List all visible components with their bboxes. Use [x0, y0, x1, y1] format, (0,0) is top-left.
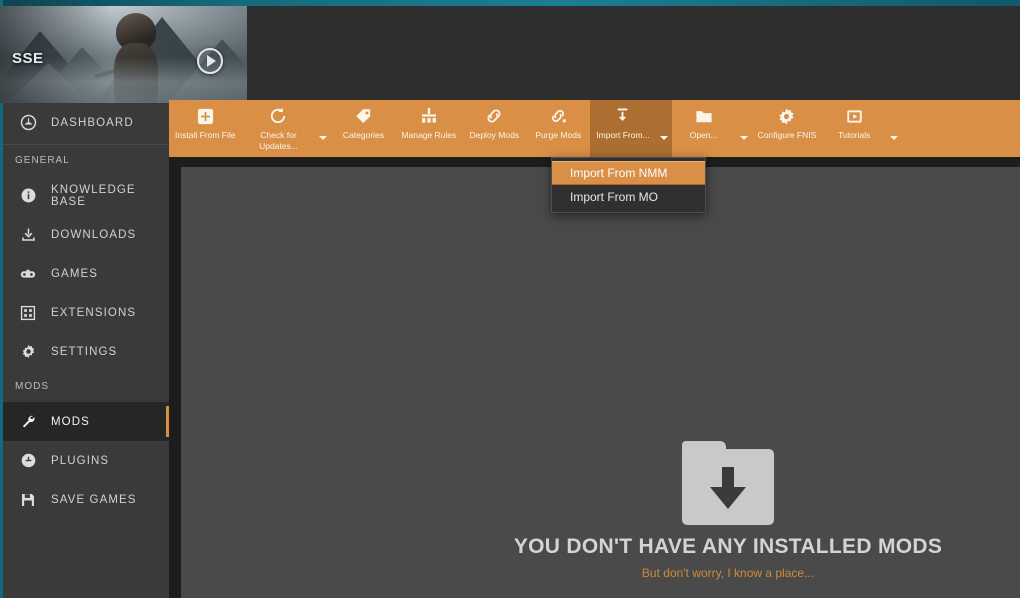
toolbar-button-label: Tutorials [838, 130, 871, 140]
active-game-banner[interactable]: SSE [0, 6, 247, 103]
empty-state: YOU DON'T HAVE ANY INSTALLED MODS But do… [458, 441, 998, 580]
gear-icon [777, 105, 796, 127]
sidebar-item-label: MODS [51, 415, 90, 428]
application-window: SSE DASHBOARD GENERAL KNOWLEDGE BASE DOW… [0, 0, 1020, 598]
purge-mods-button[interactable]: Purge Mods [526, 100, 590, 157]
sidebar-item-plugins[interactable]: PLUGINS [3, 441, 169, 480]
sidebar-item-extensions[interactable]: EXTENSIONS [3, 293, 169, 332]
import-from-dropdown-menu: Import From NMM Import From MO [551, 157, 706, 213]
menu-item-label: Import From MO [570, 190, 659, 204]
save-icon [18, 490, 38, 510]
sidebar: SSE DASHBOARD GENERAL KNOWLEDGE BASE DOW… [0, 6, 247, 598]
gear-icon [18, 342, 38, 362]
sidebar-item-label: KNOWLEDGE BASE [51, 183, 136, 208]
dashboard-icon [18, 113, 38, 133]
toolbar-button-label: Import From... [596, 130, 650, 140]
deploy-mods-button[interactable]: Deploy Mods [462, 100, 526, 157]
empty-state-title: YOU DON'T HAVE ANY INSTALLED MODS [513, 535, 943, 558]
sidebar-item-games[interactable]: GAMES [3, 254, 169, 293]
refresh-icon [268, 105, 288, 127]
sidebar-item-mods[interactable]: MODS [3, 402, 169, 441]
open-chevron-down-icon[interactable] [736, 100, 752, 157]
toolbar-button-label: Configure FNIS [757, 130, 817, 140]
toolbar-button-label: Install From File [175, 130, 236, 140]
link-icon [484, 105, 504, 127]
check-for-updates-button[interactable]: Check for Updates... [241, 100, 315, 157]
down-arrow-shape [706, 467, 750, 518]
mods-list-panel: YOU DON'T HAVE ANY INSTALLED MODS But do… [181, 167, 1020, 598]
toolbar-button-label: Open... [689, 130, 718, 140]
sidebar-item-label: DOWNLOADS [51, 228, 137, 241]
sidebar-item-save-games[interactable]: SAVE GAMES [3, 480, 169, 519]
toolbar-button-label: Deploy Mods [469, 130, 520, 140]
mods-toolbar: Install From File Check for Updates... C… [169, 100, 1020, 157]
check-for-updates-chevron-down-icon[interactable] [315, 100, 331, 157]
sidebar-item-settings[interactable]: SETTINGS [3, 332, 169, 371]
sidebar-item-dashboard[interactable]: DASHBOARD [3, 103, 169, 142]
play-circle-icon[interactable] [197, 48, 223, 74]
toolbar-button-label: Purge Mods [535, 130, 582, 140]
empty-state-subtitle: But don't worry, I know a place... [641, 566, 815, 580]
sidebar-item-label: EXTENSIONS [51, 306, 137, 319]
menu-item-import-from-nmm[interactable]: Import From NMM [552, 161, 705, 185]
manage-rules-button[interactable]: Manage Rules [395, 100, 462, 157]
configure-fnis-button[interactable]: Configure FNIS [752, 100, 823, 157]
menu-item-label: Import From NMM [570, 166, 668, 180]
open-button[interactable]: Open... [672, 100, 736, 157]
info-icon [18, 186, 38, 206]
sidebar-item-downloads[interactable]: DOWNLOADS [3, 215, 169, 254]
sidebar-item-label: SETTINGS [51, 345, 118, 358]
tutorials-button[interactable]: Tutorials [822, 100, 886, 157]
plus-square-icon [196, 105, 215, 127]
gamepad-icon [18, 264, 38, 284]
tag-icon [354, 105, 373, 127]
import-from-button[interactable]: Import From... [590, 100, 656, 157]
import-from-chevron-down-icon[interactable] [655, 100, 672, 157]
video-icon [845, 105, 864, 127]
folder-icon [694, 105, 714, 127]
menu-item-import-from-mo[interactable]: Import From MO [552, 185, 705, 209]
sidebar-item-label: DASHBOARD [51, 116, 134, 129]
folder-download-icon [682, 441, 774, 525]
main-content-area: YOU DON'T HAVE ANY INSTALLED MODS But do… [169, 157, 1020, 598]
active-game-title: SSE [12, 50, 44, 67]
unlink-icon [548, 105, 568, 127]
sidebar-nav: DASHBOARD GENERAL KNOWLEDGE BASE DOWNLOA… [3, 103, 169, 519]
sidebar-group-general: GENERAL [15, 155, 70, 166]
toolbar-button-label: Check for Updates... [259, 130, 298, 151]
import-icon [613, 105, 632, 127]
categories-button[interactable]: Categories [331, 100, 395, 157]
wrench-icon [18, 412, 38, 432]
tutorials-chevron-down-icon[interactable] [886, 100, 902, 157]
grid-icon [18, 303, 38, 323]
sidebar-group-mods: MODS [15, 381, 49, 392]
rules-icon [419, 105, 439, 127]
download-icon [18, 225, 38, 245]
plug-icon [18, 451, 38, 471]
sidebar-item-label: PLUGINS [51, 454, 110, 467]
toolbar-button-label: Manage Rules [401, 130, 457, 140]
sidebar-item-label: GAMES [51, 267, 99, 280]
sidebar-item-label: SAVE GAMES [51, 493, 137, 506]
install-from-file-button[interactable]: Install From File [169, 100, 241, 157]
sidebar-item-knowledge-base[interactable]: KNOWLEDGE BASE [3, 176, 169, 215]
toolbar-button-label: Categories [342, 130, 385, 140]
